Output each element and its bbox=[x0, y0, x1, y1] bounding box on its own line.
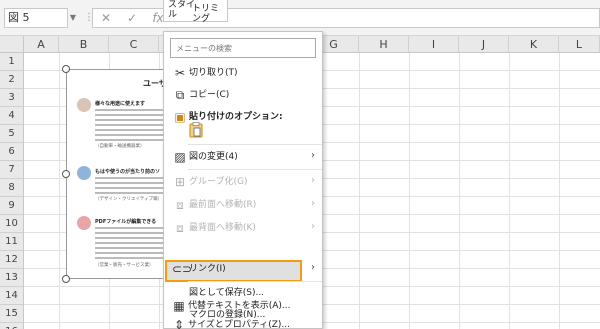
row-header[interactable]: 10 bbox=[0, 215, 24, 233]
chevron-right-icon: › bbox=[311, 221, 315, 232]
avatar bbox=[77, 166, 91, 180]
row-header[interactable]: 2 bbox=[0, 71, 24, 89]
menu-item-label: リンク(I) bbox=[189, 264, 226, 274]
menu-item-label: サイズとプロパティ(Z)... bbox=[188, 320, 290, 329]
name-box[interactable]: 図 5 bbox=[4, 8, 68, 28]
text-line bbox=[95, 182, 173, 184]
column-header[interactable]: I bbox=[409, 36, 459, 53]
feature-caption: （営業・販売・サービス業） bbox=[95, 263, 154, 268]
size-properties-icon: ⇕ bbox=[173, 318, 185, 329]
formula-bar-separator: ⋮ bbox=[84, 12, 94, 23]
menu-item-label: 貼り付けのオプション: bbox=[189, 112, 283, 122]
text-line bbox=[95, 257, 165, 259]
row-header[interactable]: 5 bbox=[0, 125, 24, 143]
row-header[interactable]: 7 bbox=[0, 161, 24, 179]
text-line bbox=[95, 242, 171, 244]
menu-item-label: 切り取り(T) bbox=[189, 68, 238, 78]
chevron-right-icon: › bbox=[311, 198, 315, 209]
row-header[interactable]: 15 bbox=[0, 305, 24, 323]
column-header[interactable]: H bbox=[359, 36, 409, 53]
text-line bbox=[95, 134, 169, 136]
change-picture-icon: ▨ bbox=[174, 150, 186, 164]
cancel-icon[interactable]: ✕ bbox=[98, 10, 114, 26]
menu-item-label: 最背面へ移動(K) bbox=[189, 223, 256, 233]
menu-item-send-back[interactable]: ⧈ 最背面へ移動(K) › bbox=[165, 217, 321, 239]
name-box-dropdown-icon[interactable]: ▼ bbox=[68, 8, 78, 28]
feature-title: 様々な用途に使えます bbox=[95, 101, 146, 107]
menu-item-group[interactable]: ⊞ グループ化(G) › bbox=[165, 171, 321, 193]
avatar bbox=[77, 216, 91, 230]
style-button[interactable]: スタイ ル bbox=[168, 0, 195, 20]
row-header[interactable]: 11 bbox=[0, 233, 24, 251]
column-header[interactable]: A bbox=[24, 36, 59, 53]
menu-item-change-picture[interactable]: ▨ 図の変更(4) › bbox=[165, 146, 321, 168]
paste-picture-icon[interactable] bbox=[189, 122, 203, 138]
row-header[interactable]: 8 bbox=[0, 179, 24, 197]
avatar bbox=[77, 98, 91, 112]
copy-icon: ⧉ bbox=[175, 88, 185, 102]
text-line bbox=[95, 114, 173, 116]
crop-button[interactable]: トリミング bbox=[192, 4, 227, 24]
feature-title: PDFファイルが編集できる bbox=[95, 219, 157, 225]
picture-object[interactable]: ユーザ 様々な用途に使えます （自動車・輸送機器業） もはや使うのが当たり前のソ… bbox=[66, 69, 176, 279]
menu-separator bbox=[188, 169, 322, 170]
scissors-icon: ✂ bbox=[174, 66, 186, 80]
text-line bbox=[95, 124, 171, 126]
row-header[interactable]: 13 bbox=[0, 269, 24, 287]
menu-item-label: 代替テキストを表示(A)... bbox=[188, 301, 291, 311]
chevron-right-icon: › bbox=[311, 150, 315, 161]
resize-handle-left[interactable] bbox=[62, 170, 70, 178]
enter-icon[interactable]: ✓ bbox=[124, 10, 140, 26]
text-line bbox=[95, 139, 165, 141]
send-back-icon: ⧈ bbox=[176, 221, 184, 235]
menu-item-bring-front[interactable]: ⧈ 最前面へ移動(R) › bbox=[165, 194, 321, 216]
select-all-corner[interactable] bbox=[0, 36, 24, 53]
chevron-right-icon: › bbox=[311, 262, 315, 273]
menu-item-label: コピー(C) bbox=[189, 90, 230, 100]
text-line bbox=[95, 192, 167, 194]
menu-item-label: 図の変更(4) bbox=[189, 152, 238, 162]
chevron-right-icon: › bbox=[311, 175, 315, 186]
context-menu: ✂ 切り取り(T) ⧉ コピー(C) ▣ 貼り付けのオプション: ▨ 図の変更(… bbox=[163, 31, 323, 329]
alt-text-icon: ▦ bbox=[173, 299, 185, 313]
row-header[interactable]: 9 bbox=[0, 197, 24, 215]
feature-title: もはや使うのが当たり前のソ bbox=[95, 169, 161, 175]
row-header[interactable]: 1 bbox=[0, 53, 24, 71]
row-header[interactable]: 3 bbox=[0, 89, 24, 107]
column-header[interactable]: J bbox=[459, 36, 509, 53]
column-header[interactable]: K bbox=[509, 36, 559, 53]
menu-search-input[interactable] bbox=[170, 38, 316, 58]
menu-item-label: グループ化(G) bbox=[189, 177, 248, 187]
menu-item-link[interactable]: ⊂⊃ リンク(I) › bbox=[165, 258, 321, 280]
resize-handle-bottom-left[interactable] bbox=[62, 275, 70, 283]
row-header[interactable]: 12 bbox=[0, 251, 24, 269]
feature-caption: （デザイン・クリエイティブ職） bbox=[95, 197, 163, 202]
row-header[interactable]: 16 bbox=[0, 323, 24, 329]
column-header[interactable]: L bbox=[559, 36, 600, 53]
menu-item-size-properties[interactable]: ⇕ サイズとプロパティ(Z)... bbox=[164, 314, 320, 329]
paste-icon: ▣ bbox=[174, 110, 186, 124]
link-icon: ⊂⊃ bbox=[172, 262, 193, 276]
resize-handle-top-left[interactable] bbox=[62, 65, 70, 73]
bring-front-icon: ⧈ bbox=[176, 198, 184, 212]
text-line bbox=[95, 232, 173, 234]
column-header[interactable]: C bbox=[109, 36, 159, 53]
text-line bbox=[95, 252, 169, 254]
menu-separator bbox=[188, 144, 322, 145]
row-header[interactable]: 14 bbox=[0, 287, 24, 305]
menu-item-label: 最前面へ移動(R) bbox=[189, 200, 257, 210]
group-icon: ⊞ bbox=[174, 175, 186, 189]
row-header[interactable]: 6 bbox=[0, 143, 24, 161]
menu-item-cut[interactable]: ✂ 切り取り(T) bbox=[165, 62, 321, 84]
mini-toolbar: スタイ ル トリミング bbox=[163, 0, 228, 24]
feature-caption: （自動車・輸送機器業） bbox=[95, 144, 145, 149]
row-header[interactable]: 4 bbox=[0, 107, 24, 125]
column-header[interactable]: B bbox=[59, 36, 109, 53]
menu-item-copy[interactable]: ⧉ コピー(C) bbox=[165, 84, 321, 106]
